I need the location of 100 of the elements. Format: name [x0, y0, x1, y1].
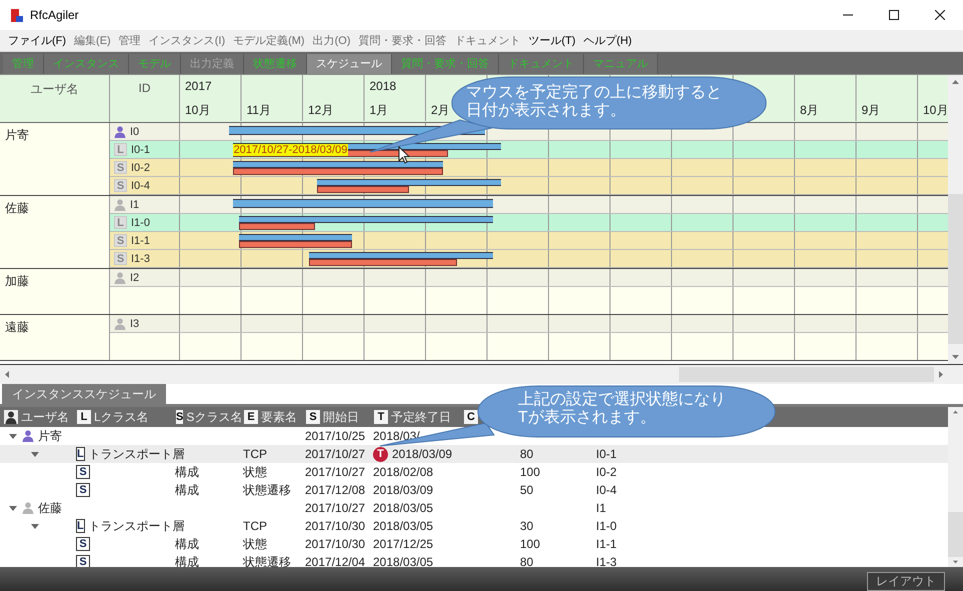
- expand-arrow-icon[interactable]: [30, 522, 40, 530]
- table-cell: 2017/10/27: [305, 501, 366, 515]
- table-cell: 2017/10/30: [305, 537, 366, 551]
- instance-id: I0-4: [131, 180, 150, 192]
- table-cell: トランスポート層: [88, 518, 185, 534]
- user-name: 加藤: [0, 269, 110, 314]
- callout-text: マウスを予定完了の上に移動すると 日付が表示されます。: [466, 84, 722, 120]
- table-cell: I0-1: [596, 447, 617, 461]
- table-cell: 100: [520, 537, 540, 551]
- class-badge: S: [76, 465, 90, 479]
- window-title: RfcAgiler: [30, 8, 79, 22]
- table-cell: 2017/10/25: [305, 429, 366, 443]
- app-logo-icon: [10, 8, 24, 22]
- table-cell: 80: [520, 447, 534, 461]
- table-cell: 100: [520, 465, 540, 479]
- month-label: 1月: [370, 103, 388, 117]
- table-cell: 状態: [243, 536, 267, 552]
- month-label: 12月: [308, 103, 334, 117]
- layout-button[interactable]: レイアウト: [867, 572, 945, 591]
- table-cell: TCP: [243, 447, 267, 461]
- scroll-thumb[interactable]: [948, 194, 963, 344]
- instance-id: I1-0: [131, 216, 150, 228]
- tab[interactable]: インスタンススケジュール: [2, 384, 166, 404]
- instance-id: I3: [130, 318, 140, 330]
- instance-id: I0: [130, 126, 140, 138]
- class-badge: T: [374, 410, 388, 424]
- user-name: 佐藤: [0, 196, 110, 268]
- user-name: 片寄: [0, 123, 110, 195]
- table-cell: 2017/10/27: [305, 465, 366, 479]
- month-label: 10月: [185, 103, 210, 117]
- table-cell: I0-2: [596, 465, 617, 479]
- schedule-bar[interactable]: [232, 199, 494, 208]
- instance-id: I1-1: [131, 234, 150, 246]
- column-header: ユーザ名: [0, 75, 110, 122]
- month-label: 8月: [800, 103, 819, 117]
- expand-arrow-icon[interactable]: [8, 504, 18, 512]
- column-header: ID: [110, 75, 180, 122]
- maximize-icon[interactable]: [889, 10, 899, 20]
- table-cell: 2017/12/04: [305, 555, 366, 567]
- schedule-bar[interactable]: [232, 161, 443, 175]
- class-badge: L: [76, 447, 85, 461]
- table-cell: 2017/12/25: [373, 537, 434, 551]
- menu-item[interactable]: ヘルプ(H): [584, 33, 632, 48]
- table-cell: 状態: [243, 464, 267, 480]
- scroll-thumb[interactable]: [948, 512, 963, 557]
- class-badge: S: [306, 410, 320, 424]
- table-row[interactable]: L トランスポート層 TCP 2017/10/27 T 2018/03/09 80 I0-1: [0, 445, 948, 463]
- class-badge: L: [76, 519, 85, 533]
- instance-id: I0-1: [131, 144, 150, 156]
- table-cell: 2018/03/05: [373, 501, 434, 515]
- table-cell: 30: [520, 519, 534, 533]
- class-badge: C: [464, 410, 478, 424]
- column-header[interactable]: 開始日: [323, 408, 359, 426]
- column-header[interactable]: ユーザ名: [21, 408, 69, 426]
- column-header[interactable]: Sクラス名: [186, 408, 242, 426]
- table-cell: I1: [596, 501, 606, 515]
- table-cell: 構成: [175, 464, 199, 480]
- table-cell: I1-3: [596, 555, 617, 567]
- class-badge: S: [114, 179, 127, 192]
- menu-item[interactable]: ファイル(F): [8, 33, 66, 48]
- table-cell: 片寄: [38, 428, 62, 444]
- menu-item[interactable]: ツール(T): [528, 33, 576, 48]
- year-label: 2018: [370, 79, 396, 93]
- class-badge: L: [114, 216, 127, 229]
- mouse-pointer-icon: [398, 146, 410, 164]
- class-badge: L: [77, 410, 91, 424]
- month-label: 11月: [246, 103, 271, 117]
- person-icon: [4, 410, 18, 424]
- tab[interactable]: スケジュール: [307, 54, 392, 74]
- schedule-bar[interactable]: [317, 179, 502, 193]
- month-label: 2月: [431, 103, 450, 117]
- class-badge: S: [76, 555, 90, 567]
- table-cell: 状態遷移: [243, 482, 291, 498]
- column-header[interactable]: Lクラス名: [94, 408, 149, 426]
- table-cell: 2017/10/27: [305, 447, 366, 461]
- table-cell: 2018/03/09: [373, 483, 434, 497]
- column-header[interactable]: 要素名: [261, 408, 297, 426]
- class-badge: S: [114, 234, 127, 247]
- table-cell: 構成: [175, 536, 199, 552]
- table-cell: 2017/10/30: [305, 519, 366, 533]
- target-badge: T: [373, 446, 388, 462]
- month-label: 9月: [862, 103, 880, 117]
- table-cell: 佐藤: [38, 500, 62, 516]
- class-badge: S: [114, 161, 127, 174]
- table-cell: 50: [520, 483, 534, 497]
- table-cell: 2018/03/05: [373, 555, 434, 567]
- expand-arrow-icon[interactable]: [8, 432, 18, 440]
- class-badge: E: [244, 410, 258, 424]
- column-header[interactable]: 予定終了日: [391, 408, 451, 426]
- class-badge: S: [176, 410, 184, 424]
- schedule-bar[interactable]: [309, 252, 494, 266]
- table-cell: TCP: [243, 519, 267, 533]
- table-cell: 2018/02/08: [373, 465, 434, 479]
- close-icon[interactable]: [935, 10, 945, 20]
- instance-id: I1-3: [131, 252, 150, 264]
- schedule-bar[interactable]: [238, 216, 494, 230]
- expand-arrow-icon[interactable]: [30, 450, 40, 458]
- user-name: 遠藤: [0, 315, 110, 360]
- table-cell: 80: [520, 555, 534, 567]
- schedule-bar[interactable]: [238, 234, 352, 248]
